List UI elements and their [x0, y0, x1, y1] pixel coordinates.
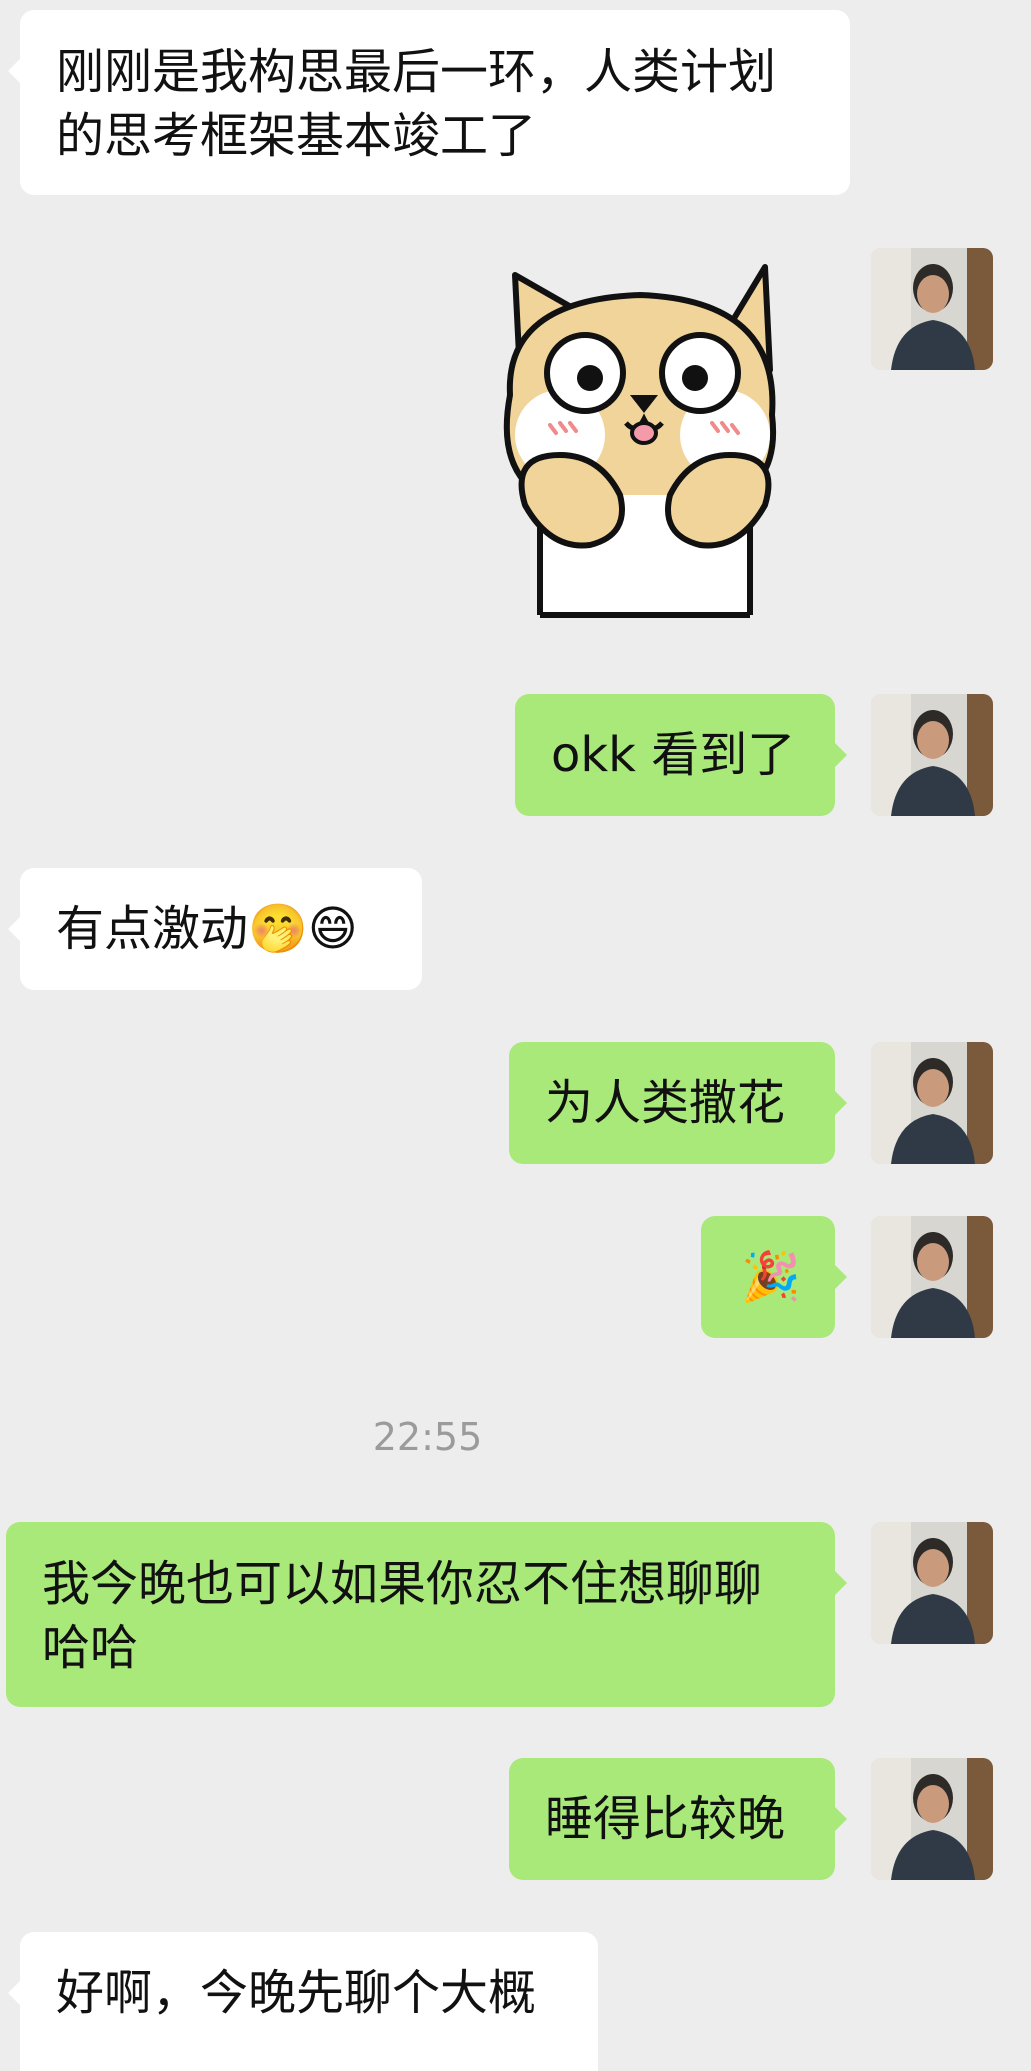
message-text: 好啊，今晚先聊个大概: [56, 1965, 537, 2021]
message-bubble-incoming[interactable]: 好啊，今晚先聊个大概: [8, 1932, 598, 2071]
avatar[interactable]: [871, 248, 993, 370]
avatar-icon: [871, 248, 993, 370]
message-text: 为人类撒花: [545, 1075, 786, 1131]
message-bubble-incoming[interactable]: 刚刚是我构思最后一环，人类计划的思考框架基本竣工了: [8, 10, 850, 195]
shiba-excited-sticker[interactable]: [480, 255, 800, 625]
avatar[interactable]: [871, 1042, 993, 1164]
message-text: okk 看到了: [551, 727, 796, 783]
avatar-icon: [871, 1042, 993, 1164]
message-bubble-outgoing[interactable]: 我今晚也可以如果你忍不住想聊聊哈哈: [6, 1522, 847, 1707]
message-bubble-outgoing[interactable]: okk 看到了: [515, 694, 847, 816]
avatar-icon: [871, 1758, 993, 1880]
message-text: 刚刚是我构思最后一环，人类计划的思考框架基本竣工了: [56, 44, 777, 164]
grinning-face-emoji-icon: 😄: [307, 901, 358, 957]
shy-face-emoji-icon: 🤭: [248, 901, 308, 957]
timestamp: 22:55: [372, 1415, 483, 1459]
message-text: 有点激动: [56, 901, 249, 957]
message-bubble-outgoing[interactable]: 🎉: [701, 1216, 847, 1338]
avatar-icon: [871, 694, 993, 816]
message-bubble-incoming[interactable]: 有点激动🤭😄: [8, 868, 422, 990]
message-bubble-outgoing[interactable]: 睡得比较晚: [509, 1758, 847, 1880]
avatar[interactable]: [871, 1216, 993, 1338]
avatar[interactable]: [871, 1522, 993, 1644]
avatar-icon: [871, 1216, 993, 1338]
message-bubble-outgoing[interactable]: 为人类撒花: [509, 1042, 847, 1164]
avatar[interactable]: [871, 1758, 993, 1880]
message-text: 我今晚也可以如果你忍不住想聊聊哈哈: [42, 1556, 763, 1676]
avatar-icon: [871, 1522, 993, 1644]
message-text: 睡得比较晚: [545, 1791, 786, 1847]
avatar[interactable]: [871, 694, 993, 816]
party-popper-icon: 🎉: [741, 1249, 801, 1305]
